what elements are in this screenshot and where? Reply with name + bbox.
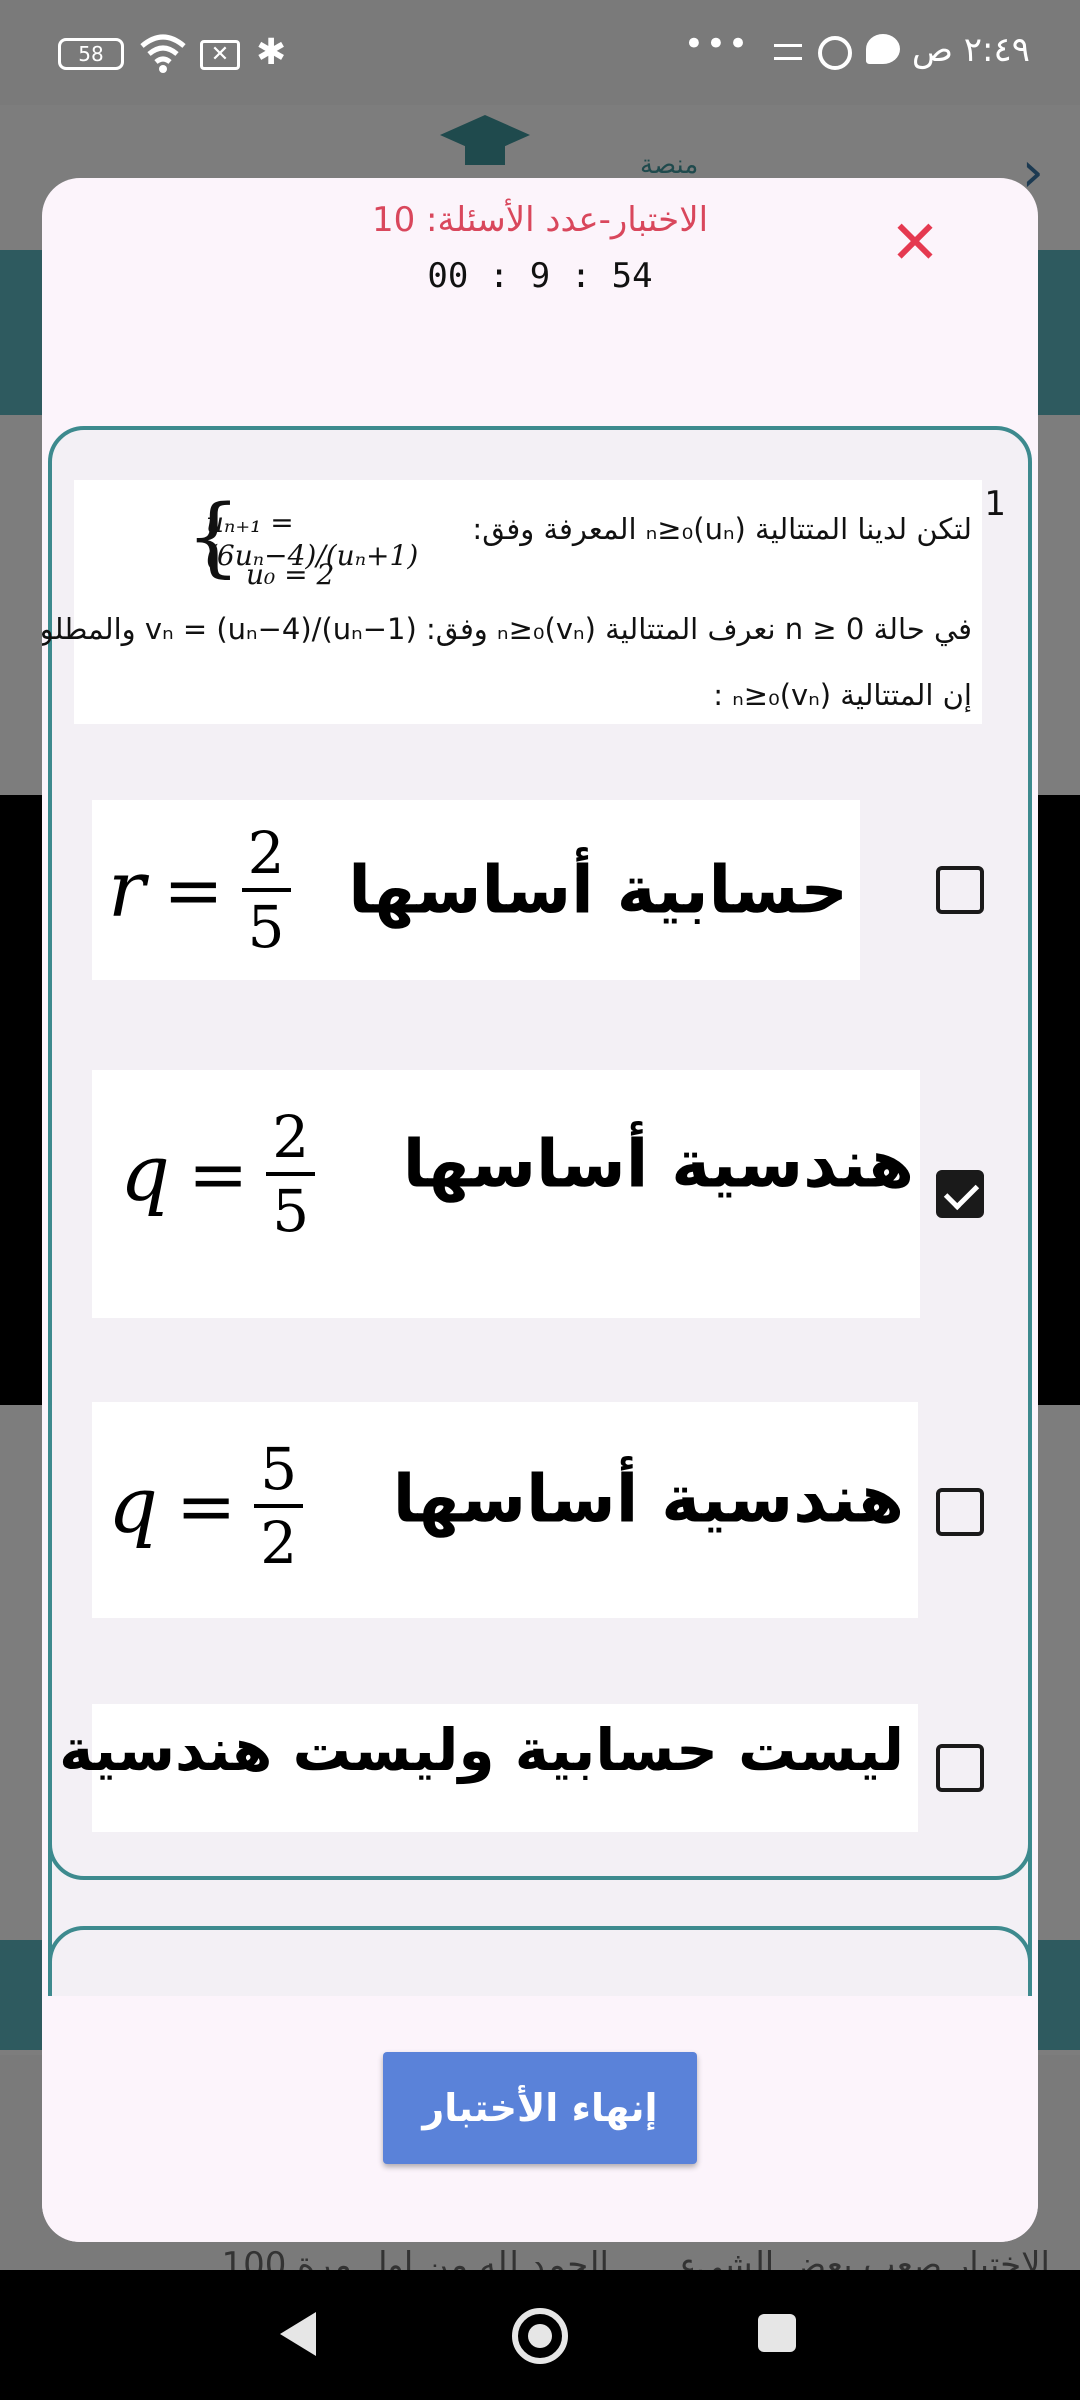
answer-option-2[interactable]: هندسية أساسها q = 2 5 (52, 1070, 1036, 1318)
app-logo-text: منصة (640, 150, 699, 180)
close-button[interactable]: ✕ (880, 208, 950, 278)
nav-recents-icon[interactable] (758, 2314, 796, 2352)
recurrence-system: { uₙ₊₁ = (6uₙ−4)/(uₙ+1) u₀ = 2 (186, 486, 446, 596)
navigation-bar (0, 2270, 1080, 2400)
battery-icon: 58 (58, 38, 124, 70)
finish-quiz-button[interactable]: إنهاء الأختبار (383, 2052, 697, 2164)
option-text: حسابية أساسها (348, 851, 848, 929)
more-dots-icon: ••• (683, 24, 750, 64)
status-bar: ٢:٤٩ ص ••• 58 ✕ ✱ (0, 0, 1080, 105)
question-stem: لتكن لدينا المتتالية (uₙ)ₙ≥₀ المعرفة وفق… (42, 480, 982, 724)
option-text: ليست حسابية وليست هندسية (59, 1716, 904, 1785)
option-image: ليست حسابية وليست هندسية (59, 1704, 918, 1832)
initial-value: u₀ = 2 (246, 558, 335, 591)
cash-icon (818, 36, 852, 70)
option-checkbox-checked[interactable] (936, 1170, 984, 1218)
chat-icon (866, 34, 900, 64)
option-checkbox[interactable] (936, 1744, 984, 1792)
wifi-icon (140, 34, 186, 73)
option-formula: r = 2 5 (108, 818, 291, 962)
option-image: حسابية أساسها r = 2 5 (92, 800, 860, 980)
question-line-2: في حالة n ≥ 0 نعرف المتتالية (vₙ)ₙ≥₀ وفق… (42, 612, 972, 646)
nav-home-icon[interactable] (512, 2308, 568, 2364)
signal-icon (774, 44, 802, 60)
quiz-modal: الاختبار-عدد الأسئلة: 10 00 : 9 : 54 ✕ .… (42, 178, 1038, 2242)
option-formula: q = 2 5 (120, 1102, 316, 1246)
option-checkbox[interactable] (936, 1488, 984, 1536)
question-card-1: .1 لتكن لدينا المتتالية (uₙ)ₙ≥₀ المعرفة … (42, 426, 1032, 1880)
answer-option-3[interactable]: هندسية أساسها q = 5 2 (52, 1402, 1036, 1618)
nav-back-icon[interactable] (280, 2312, 316, 2356)
option-image: هندسية أساسها q = 5 2 (92, 1402, 918, 1618)
option-text: هندسية أساسها (402, 1125, 914, 1203)
option-checkbox[interactable] (936, 866, 984, 914)
question-line-3: إن المتتالية (vₙ)ₙ≥₀ : (713, 678, 972, 712)
option-image: هندسية أساسها q = 2 5 (92, 1070, 920, 1318)
clock: ٢:٤٩ ص (911, 30, 1030, 70)
question-line-1: لتكن لدينا المتتالية (uₙ)ₙ≥₀ المعرفة وفق… (472, 512, 972, 546)
answer-option-4[interactable]: ليست حسابية وليست هندسية (52, 1704, 1036, 1832)
answer-option-1[interactable]: حسابية أساسها r = 2 5 (52, 800, 1036, 980)
no-sim-icon: ✕ (200, 40, 240, 70)
bluetooth-icon: ✱ (256, 32, 287, 73)
option-text: هندسية أساسها (392, 1460, 904, 1538)
option-formula: q = 5 2 (108, 1434, 304, 1578)
